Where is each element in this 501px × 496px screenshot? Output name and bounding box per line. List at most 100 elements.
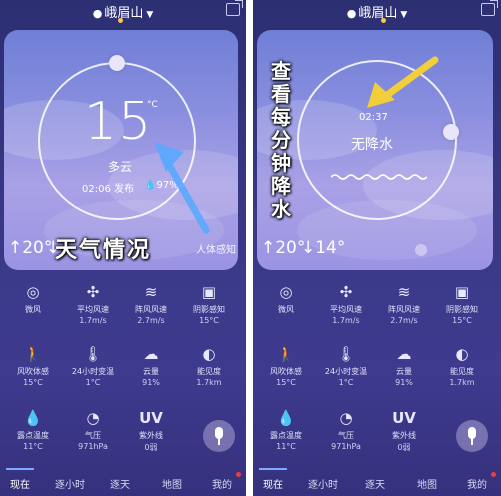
screen-divider — [246, 0, 253, 496]
tab-mine[interactable]: 我的 — [457, 476, 497, 491]
caption-char: 看 — [271, 82, 291, 106]
chevron-down-icon: ▼ — [400, 10, 408, 20]
detail-24h-change[interactable]: 🌡 24小时变温 1°C — [317, 344, 375, 387]
wind-icon: ✣ — [339, 283, 353, 301]
detail-dewpoint[interactable]: 💧 露点温度 11°C — [4, 408, 62, 451]
notification-badge — [236, 472, 241, 477]
location-selector[interactable]: ● 峨眉山 ▼ — [0, 2, 246, 21]
tab-daily[interactable]: 逐天 — [100, 476, 140, 491]
detail-value: 0弱 — [144, 443, 158, 452]
cloud-icon: ☁ — [396, 345, 412, 363]
detail-label: 平均风速 — [77, 305, 109, 314]
detail-uv[interactable]: UV 紫外线 0弱 — [375, 408, 433, 453]
bottom-tab-bar: 现在 逐小时 逐天 地图 我的 — [253, 466, 501, 496]
detail-pressure[interactable]: ◔ 气压 971hPa — [317, 408, 375, 451]
location-name: 峨眉山 — [358, 6, 398, 21]
uv-icon: UV — [392, 409, 416, 427]
detail-value: 11°C — [276, 442, 296, 451]
tab-hourly[interactable]: 逐小时 — [50, 476, 90, 491]
detail-label: 风吹体感 — [270, 367, 302, 376]
tab-now[interactable]: 现在 — [0, 476, 40, 491]
detail-label: 阴影感知 — [193, 305, 225, 314]
detail-value: 1°C — [338, 378, 354, 387]
current-temperature: 15 — [84, 92, 153, 152]
detail-value: 1.7km — [196, 378, 222, 387]
detail-24h-change[interactable]: 🌡 24小时变温 1°C — [64, 344, 122, 387]
detail-visibility[interactable]: ◐ 能见度 1.7km — [433, 344, 491, 387]
dewpoint-icon: 💧 — [23, 409, 43, 427]
caption-char: 分 — [271, 128, 291, 152]
detail-label: 紫外线 — [392, 431, 416, 440]
active-tab-indicator — [259, 468, 287, 470]
caption-char: 钟 — [271, 151, 291, 175]
moon-icon — [415, 244, 427, 256]
dial-knob[interactable] — [443, 124, 459, 140]
tab-map[interactable]: 地图 — [407, 476, 447, 491]
shade-icon: ▣ — [201, 283, 217, 301]
temp-high: ↑20° — [261, 238, 306, 258]
detail-value: 0弱 — [397, 443, 411, 452]
detail-label: 微风 — [278, 305, 294, 314]
detail-label: 24小时变温 — [324, 367, 368, 376]
dewpoint-icon: 💧 — [276, 409, 296, 427]
location-pin-icon: ● — [346, 7, 357, 20]
annotation-arrow-yellow — [367, 56, 439, 108]
detail-gust[interactable]: ≋ 阵风风速 2.7m/s — [122, 282, 180, 325]
detail-uv[interactable]: UV 紫外线 0弱 — [122, 408, 180, 453]
detail-pressure[interactable]: ◔ 气压 971hPa — [64, 408, 122, 451]
dial-knob[interactable] — [109, 55, 125, 71]
detail-value: 971hPa — [78, 442, 108, 451]
caption-char: 水 — [271, 197, 291, 221]
gust-icon: ≋ — [397, 283, 411, 301]
wind-icon: ✣ — [86, 283, 100, 301]
top-bar: ● 峨眉山 ▼ — [0, 0, 246, 26]
detail-label: 露点温度 — [270, 431, 302, 440]
thermometer-icon: 🌡 — [336, 345, 356, 363]
location-selector[interactable]: ● 峨眉山 ▼ — [253, 2, 501, 21]
detail-value: 15°C — [23, 378, 43, 387]
caption-char: 每 — [271, 105, 291, 129]
detail-shade[interactable]: ▣ 阴影感知 15°C — [433, 282, 491, 325]
detail-value: 91% — [142, 378, 160, 387]
detail-label: 风吹体感 — [17, 367, 49, 376]
tab-hourly[interactable]: 逐小时 — [303, 476, 343, 491]
feels-like-label: 人体感知 — [196, 245, 236, 256]
shade-icon: ▣ — [454, 283, 470, 301]
share-icon[interactable] — [226, 0, 243, 16]
share-icon[interactable] — [481, 0, 498, 16]
detail-label: 气压 — [338, 431, 354, 440]
detail-avg-wind[interactable]: ✣ 平均风速 1.7m/s — [317, 282, 375, 325]
detail-gust[interactable]: ≋ 阵风风速 2.7m/s — [375, 282, 433, 325]
compass-icon: ◎ — [26, 283, 40, 301]
weather-condition: 多云 — [108, 160, 133, 174]
detail-wind-level[interactable]: ◎ 微风 — [257, 282, 315, 316]
detail-windchill[interactable]: 🚶 风吹体感 15°C — [257, 344, 315, 387]
temperature-unit: °C — [147, 100, 158, 110]
detail-wind-level[interactable]: ◎ 微风 — [4, 282, 62, 316]
visibility-icon: ◐ — [455, 345, 469, 363]
detail-label: 能见度 — [450, 367, 474, 376]
detail-shade[interactable]: ▣ 阴影感知 15°C — [180, 282, 238, 325]
caption-char: 降 — [271, 174, 291, 198]
detail-label: 露点温度 — [17, 431, 49, 440]
overlay-caption: 天气情况 — [55, 238, 152, 263]
voice-button[interactable] — [203, 420, 235, 452]
detail-visibility[interactable]: ◐ 能见度 1.7km — [180, 344, 238, 387]
tab-mine[interactable]: 我的 — [202, 476, 242, 491]
detail-value: 1.7km — [449, 378, 475, 387]
page-indicator-dot — [118, 18, 123, 23]
voice-button[interactable] — [456, 420, 488, 452]
compass-icon: ◎ — [279, 283, 293, 301]
detail-avg-wind[interactable]: ✣ 平均风速 1.7m/s — [64, 282, 122, 325]
tab-now[interactable]: 现在 — [253, 476, 293, 491]
caption-char: 查 — [271, 59, 291, 83]
detail-cloud-cover[interactable]: ☁ 云量 91% — [375, 344, 433, 387]
detail-windchill[interactable]: 🚶 风吹体感 15°C — [4, 344, 62, 387]
tab-map[interactable]: 地图 — [152, 476, 192, 491]
tab-daily[interactable]: 逐天 — [355, 476, 395, 491]
detail-cloud-cover[interactable]: ☁ 云量 91% — [122, 344, 180, 387]
detail-value: 2.7m/s — [137, 316, 165, 325]
detail-dewpoint[interactable]: 💧 露点温度 11°C — [257, 408, 315, 451]
thermometer-icon: 🌡 — [83, 345, 103, 363]
location-name: 峨眉山 — [104, 6, 144, 21]
